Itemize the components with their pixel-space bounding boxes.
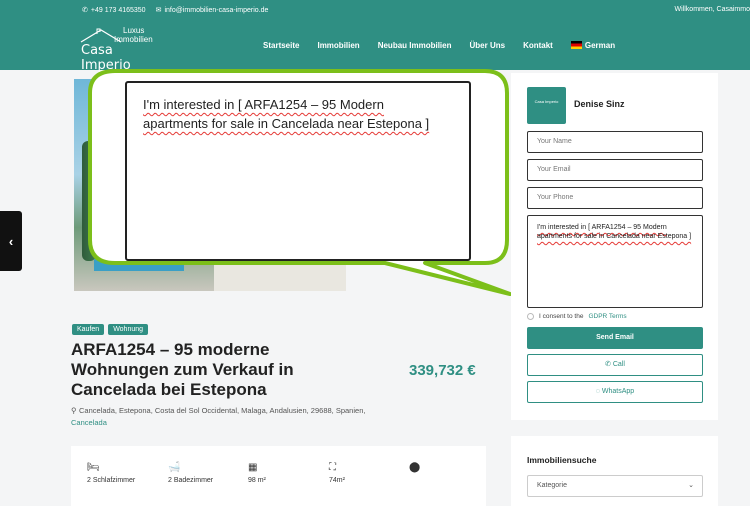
phone-icon: ✆ bbox=[82, 7, 88, 14]
phone-link[interactable]: ✆ +49 173 4165350 bbox=[82, 6, 146, 15]
welcome-text: Willkommen, Casaimmo bbox=[674, 6, 750, 13]
location-pin-icon: ⚲ bbox=[71, 406, 77, 415]
gdpr-terms-link[interactable]: GDPR Terms bbox=[588, 313, 626, 320]
phone-field[interactable]: Your Phone bbox=[527, 187, 703, 209]
feature-location: ⬤ bbox=[409, 462, 420, 477]
email-link[interactable]: ✉ info@immobilien-casa-imperio.de bbox=[155, 6, 269, 15]
bed-icon: 🛏 bbox=[87, 462, 100, 473]
nav-neubau[interactable]: Neubau Immobilien bbox=[378, 41, 452, 50]
agent-logo: Casa Imperio bbox=[527, 87, 566, 124]
name-field[interactable]: Your Name bbox=[527, 131, 703, 153]
features-panel: 🛏 2 Schlafzimmer 🛁 2 Badezimmer ▦ 98 m² ⛶ 74… bbox=[71, 446, 486, 506]
message-textarea[interactable]: I'm interested in [ ARFA1254 – 95 Modern… bbox=[527, 215, 703, 308]
gdpr-consent[interactable]: I consent to the GDPR Terms bbox=[527, 313, 627, 320]
nav-ueber-uns[interactable]: Über Uns bbox=[470, 41, 506, 50]
search-title: Immobiliensuche bbox=[527, 455, 597, 465]
bathtub-icon: 🛁 bbox=[168, 462, 181, 473]
floorplan-icon: ▦ bbox=[248, 462, 258, 473]
nav-immobilien[interactable]: Immobilien bbox=[317, 41, 359, 50]
feature-size: ⛶ 74m² bbox=[329, 462, 345, 484]
listing-price: 339,732 € bbox=[409, 362, 476, 379]
whatsapp-icon: ◌ bbox=[595, 388, 600, 395]
mail-icon: ✉ bbox=[155, 7, 162, 14]
bubble-message: I'm interested in [ ARFA1254 – 95 Modern… bbox=[125, 81, 471, 261]
chevron-down-icon: ⌄ bbox=[688, 482, 694, 489]
whatsapp-button[interactable]: ◌ WhatsApp bbox=[527, 381, 703, 403]
language-switcher[interactable]: German bbox=[570, 41, 615, 50]
feature-bedrooms: 🛏 2 Schlafzimmer bbox=[87, 462, 136, 484]
site-logo[interactable]: Luxus Immobilien Casa Imperio bbox=[77, 25, 165, 73]
call-button[interactable]: ✆ Call bbox=[527, 354, 703, 376]
chevron-left-icon: ‹ bbox=[8, 233, 14, 249]
prev-arrow-button[interactable]: ‹ bbox=[0, 211, 22, 271]
expand-icon: ⛶ bbox=[329, 462, 336, 473]
nav-kontakt[interactable]: Kontakt bbox=[523, 41, 553, 50]
site-header: ✆ +49 173 4165350 ✉ info@immobilien-casa-i… bbox=[0, 0, 750, 73]
top-contact-bar: ✆ +49 173 4165350 ✉ info@immobilien-casa-i… bbox=[82, 6, 269, 15]
listing-title: ARFA1254 – 95 moderne Wohnungen zum Verk… bbox=[71, 340, 294, 399]
listing-tags: Kaufen Wohnung bbox=[72, 324, 149, 335]
german-flag-icon bbox=[570, 41, 582, 49]
map-marker-icon: ⬤ bbox=[409, 462, 421, 473]
category-select[interactable]: Kategorie ⌄ bbox=[527, 475, 703, 497]
tag-wohnung[interactable]: Wohnung bbox=[108, 324, 149, 335]
feature-bathrooms: 🛁 2 Badezimmer bbox=[168, 462, 214, 484]
main-nav: Startseite Immobilien Neubau Immobilien … bbox=[263, 41, 633, 50]
feature-area: ▦ 98 m² bbox=[248, 462, 266, 484]
address-link[interactable]: Cancelada bbox=[71, 418, 107, 427]
email-field[interactable]: Your Email bbox=[527, 159, 703, 181]
nav-startseite[interactable]: Startseite bbox=[263, 41, 299, 50]
send-email-button[interactable]: Send Email bbox=[527, 327, 703, 349]
phone-icon: ✆ bbox=[605, 361, 611, 368]
agent-name: Denise Sinz bbox=[574, 99, 625, 109]
tag-kaufen[interactable]: Kaufen bbox=[72, 324, 105, 335]
consent-checkbox[interactable] bbox=[527, 313, 534, 320]
listing-address: ⚲ Cancelada, Estepona, Costa del Sol Occi… bbox=[71, 406, 366, 427]
